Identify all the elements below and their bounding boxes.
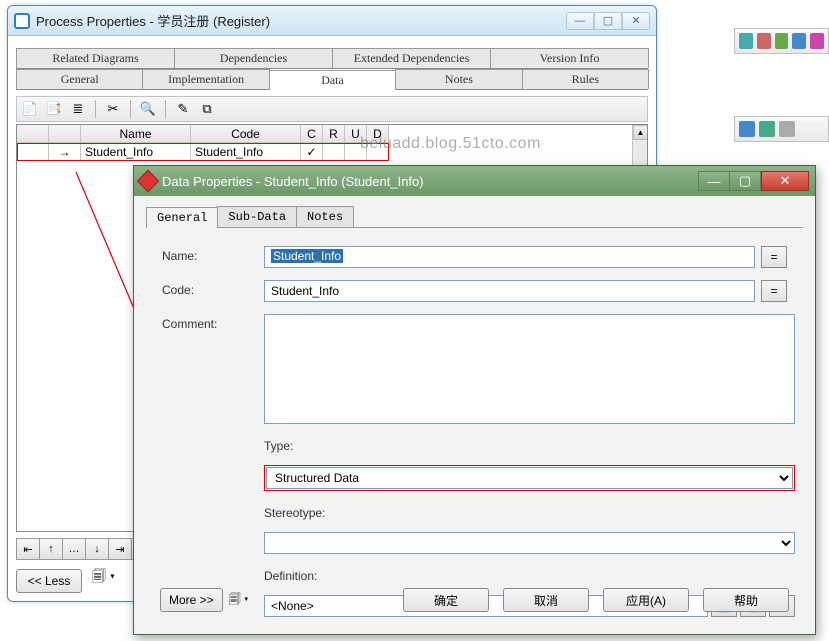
tab-rules[interactable]: Rules	[522, 69, 649, 89]
titlebar[interactable]: Process Properties - 学员注册 (Register) — ▢…	[8, 6, 656, 36]
close-button[interactable]: ✕	[761, 171, 809, 191]
cell-u-checkbox[interactable]	[345, 143, 367, 161]
type-label: Type:	[264, 436, 755, 453]
col-u[interactable]: U	[345, 125, 367, 143]
help-button[interactable]: 帮助	[703, 588, 789, 612]
bg-toolbar-1	[734, 28, 829, 54]
cell-c-checkbox[interactable]: ✓	[301, 143, 323, 161]
cell-r-checkbox[interactable]	[323, 143, 345, 161]
properties-icon[interactable]: 📑	[45, 100, 63, 118]
options-icon[interactable]: 🗐 ▾	[92, 566, 115, 590]
apply-button[interactable]: 应用(A)	[603, 588, 689, 612]
tab-notes[interactable]: Notes	[395, 69, 522, 89]
bg-toolbar-icon[interactable]	[810, 33, 824, 49]
tab-notes[interactable]: Notes	[296, 206, 354, 227]
name-field[interactable]: Student_Info	[264, 246, 755, 268]
comment-field[interactable]	[264, 314, 795, 424]
bg-toolbar-2	[734, 116, 829, 142]
stereotype-label: Stereotype:	[264, 503, 755, 520]
name-label: Name:	[162, 246, 258, 263]
data-toolbar: 📄 📑 ≣ ✂ 🔍 ✎ ⧉	[16, 96, 648, 122]
tab-extended-dependencies[interactable]: Extended Dependencies	[332, 48, 491, 68]
tab-general[interactable]: General	[146, 207, 218, 228]
minimize-button[interactable]: —	[698, 171, 730, 191]
name-sync-button[interactable]: =	[761, 246, 787, 268]
more-button[interactable]: More >>	[160, 588, 223, 612]
bg-toolbar-icon[interactable]	[739, 33, 753, 49]
list-icon[interactable]: ≣	[69, 100, 87, 118]
tab-general[interactable]: General	[16, 69, 143, 89]
row-arrow-icon: →	[49, 143, 81, 161]
tables-icon[interactable]: ⧉	[198, 100, 216, 118]
ok-button[interactable]: 确定	[403, 588, 489, 612]
tab-strip: General Sub-Data Notes	[146, 206, 803, 228]
titlebar[interactable]: Data Properties - Student_Info (Student_…	[134, 166, 815, 196]
options-icon[interactable]: 🗐 ▾	[229, 590, 249, 611]
tab-row-1: Related Diagrams Dependencies Extended D…	[16, 48, 648, 69]
col-name[interactable]: Name	[81, 125, 191, 143]
bg-toolbar-icon[interactable]	[739, 121, 755, 137]
col-indicator[interactable]	[49, 125, 81, 143]
col-r[interactable]: R	[323, 125, 345, 143]
code-label: Code:	[162, 280, 258, 297]
name-value: Student_Info	[271, 249, 343, 263]
tab-related-diagrams[interactable]: Related Diagrams	[16, 48, 175, 68]
code-field[interactable]	[264, 280, 755, 302]
nav-up-button[interactable]: ↑	[39, 538, 63, 560]
cell-d-checkbox[interactable]	[367, 143, 389, 161]
row-handle[interactable]	[17, 143, 49, 161]
separator	[165, 100, 166, 118]
type-select[interactable]: Structured Data	[266, 467, 793, 489]
cut-icon[interactable]: ✂	[104, 100, 122, 118]
code-sync-button[interactable]: =	[761, 280, 787, 302]
tab-data[interactable]: Data	[269, 70, 396, 90]
tab-dependencies[interactable]: Dependencies	[174, 48, 333, 68]
comment-label: Comment:	[162, 314, 258, 331]
nav-insert-button[interactable]: …	[62, 538, 86, 560]
col-code[interactable]: Code	[191, 125, 301, 143]
find-icon[interactable]: 🔍	[139, 100, 157, 118]
separator	[95, 100, 96, 118]
tab-version-info[interactable]: Version Info	[490, 48, 649, 68]
app-icon	[137, 170, 160, 193]
less-button[interactable]: << Less	[16, 569, 82, 593]
less-label: << Less	[28, 574, 71, 588]
general-form: Name: Student_Info = Code: = Comment: Ty…	[146, 228, 803, 617]
customize-icon[interactable]: ✎	[174, 100, 192, 118]
scroll-up-icon[interactable]: ▲	[633, 125, 648, 140]
bg-toolbar-icon[interactable]	[779, 121, 795, 137]
window-title: Data Properties - Student_Info (Student_…	[162, 174, 693, 189]
bg-toolbar-icon[interactable]	[759, 121, 775, 137]
cell-code[interactable]: Student_Info	[191, 143, 301, 161]
maximize-button[interactable]: ▢	[729, 171, 761, 191]
definition-label: Definition:	[264, 566, 755, 583]
bg-toolbar-icon[interactable]	[792, 33, 806, 49]
stereotype-select[interactable]	[264, 532, 795, 554]
separator	[130, 100, 131, 118]
maximize-button[interactable]: ▢	[594, 12, 622, 30]
col-handle[interactable]	[17, 125, 49, 143]
nav-first-button[interactable]: ⇤	[16, 538, 40, 560]
nav-down-button[interactable]: ↓	[85, 538, 109, 560]
col-c[interactable]: C	[301, 125, 323, 143]
app-icon	[14, 13, 30, 29]
nav-last-button[interactable]: ⇥	[108, 538, 132, 560]
window-title: Process Properties - 学员注册 (Register)	[36, 11, 560, 30]
close-button[interactable]: ✕	[622, 12, 650, 30]
cancel-button[interactable]: 取消	[503, 588, 589, 612]
col-d[interactable]: D	[367, 125, 389, 143]
new-icon[interactable]: 📄	[21, 100, 39, 118]
tab-row-2: General Implementation Data Notes Rules	[16, 69, 648, 90]
cell-name[interactable]: Student_Info	[81, 143, 191, 161]
bg-toolbar-icon[interactable]	[757, 33, 771, 49]
bg-toolbar-icon[interactable]	[775, 33, 789, 49]
tab-sub-data[interactable]: Sub-Data	[217, 206, 297, 227]
data-properties-window: Data Properties - Student_Info (Student_…	[133, 165, 816, 635]
tab-implementation[interactable]: Implementation	[142, 69, 269, 89]
minimize-button[interactable]: —	[566, 12, 594, 30]
